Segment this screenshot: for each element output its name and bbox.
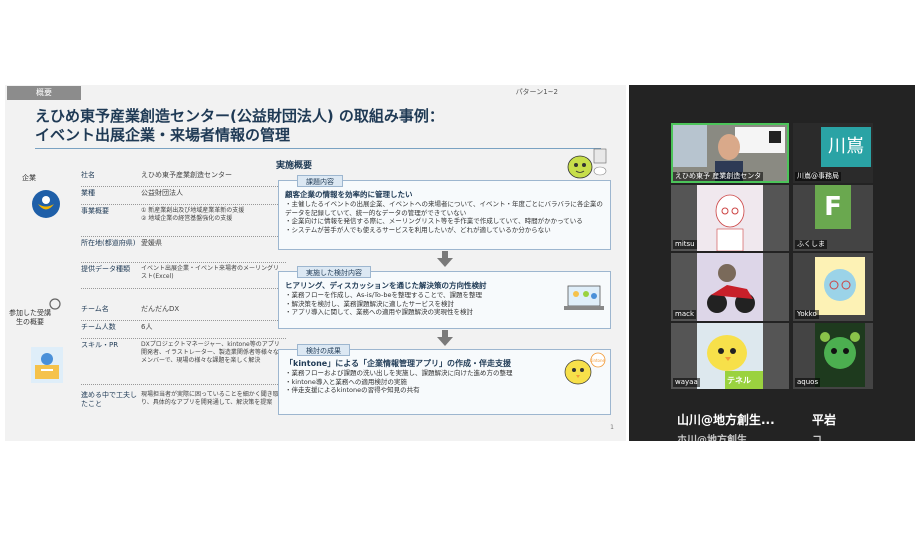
participant-grid: えひめ東予 産業創造センタ 川嶌 川嶌@事務局 mitsu F ふくしま mac… bbox=[629, 85, 915, 441]
shared-slide: 概要 パターン1~2 えひめ東予産業創造センター(公益財団法人) の取組み事例：… bbox=[5, 85, 626, 441]
box-result-bullet: ・業務フローおよび課題の洗い出しを実施し、課題解決に向けた進め方の整理 bbox=[285, 369, 513, 377]
box-result-bullet: ・kintone導入と業務への適用検討の実施 bbox=[285, 377, 407, 386]
row-business: 事業概要 ① 新産業創出及び地域産業革新の支援 ② 地域企業の経営基盤強化の支援 bbox=[81, 207, 286, 237]
participant-name: ふくしま bbox=[795, 240, 827, 249]
title-divider bbox=[35, 148, 601, 149]
row-ingenuity: 進める中で工夫したこと 現場担当者が実際に困っていることを細かく聞き取り、具体的… bbox=[81, 391, 279, 408]
avatar: F bbox=[815, 185, 851, 229]
participant-name: Yokko bbox=[795, 310, 819, 319]
participant-name-large: ホ川@地方創生 bbox=[677, 435, 747, 441]
avatar bbox=[815, 257, 865, 315]
participant-name: aquos bbox=[795, 378, 821, 387]
box-issue-title: 課題内容 bbox=[297, 175, 343, 187]
box-issue-bullet: ・主催したるイベントの出展企業、イベントへの来場者について、イベント・年度ごとに… bbox=[285, 200, 603, 217]
participant-tile[interactable]: 川嶌 川嶌@事務局 bbox=[793, 123, 873, 183]
row-data-type: 提供データ種類 イベント出展企業・イベント来場者のメーリングリスト(Excel) bbox=[81, 265, 286, 289]
box-study: 実施した検討内容 ヒアリング、ディスカッションを通じた解決策の方向性検討 ・業務… bbox=[278, 266, 611, 329]
box-issue-bullet: ・企業向けに情報を発信する際に、メーリングリスト等を手作業で作成していて、時間が… bbox=[285, 217, 583, 225]
row-team-name: チーム名 だんだんDX bbox=[81, 305, 286, 321]
box-result-lead: 「kintone」による「企業情報管理アプリ」の作成・伴走支援 bbox=[285, 359, 511, 368]
box-issue: 課題内容 顧客企業の情報を効率的に管理したい ・主催したるイベントの出展企業、イ… bbox=[278, 175, 611, 250]
participant-tile[interactable]: mack bbox=[671, 253, 789, 321]
box-result-bullet: ・伴走支援によるkintoneの習得や知見の共有 bbox=[285, 386, 420, 394]
slide-page-number: 1 bbox=[610, 424, 614, 431]
participant-name: wayaa bbox=[673, 378, 700, 387]
box-study-bullet: ・アプリ導入に関して、業務への適用や課題解決の実現性を検討 bbox=[285, 308, 473, 316]
slide-title: えひめ東予産業創造センター(公益財団法人) の取組み事例： イベント出展企業・来… bbox=[35, 107, 595, 145]
participant-name-large: 山川@地方創生... bbox=[677, 413, 775, 427]
participant-name: えひめ東予 産業創造センタ bbox=[673, 172, 764, 181]
row-location: 所在地(都道府県) 愛媛県 bbox=[81, 239, 286, 263]
slide-tag: 概要 bbox=[7, 86, 81, 100]
avatar: 川嶌 bbox=[821, 127, 871, 167]
bird-mascot-illustration: kintone bbox=[560, 350, 606, 390]
participant-name-large: 平岩 bbox=[812, 413, 837, 427]
avatar: テネル bbox=[697, 323, 763, 389]
row-skill-pr: スキル・PR DXプロジェクトマネージャー、kintone等のアプリ開発者、イラ… bbox=[81, 341, 286, 385]
avatar bbox=[697, 253, 763, 321]
participant-name: mitsu bbox=[673, 240, 697, 249]
box-result: 検討の成果 「kintone」による「企業情報管理アプリ」の作成・伴走支援 ・業… bbox=[278, 344, 611, 415]
company-label: 企業 bbox=[22, 174, 36, 182]
participant-tile[interactable]: aquos bbox=[793, 323, 873, 389]
participant-tile[interactable]: Yokko bbox=[793, 253, 873, 321]
row-industry: 業種 公益財団法人 bbox=[81, 189, 286, 205]
participant-name: 川嶌@事務局 bbox=[795, 172, 841, 181]
box-study-title: 実施した検討内容 bbox=[297, 266, 371, 278]
flow-arrow-icon bbox=[437, 258, 453, 267]
character-illustration bbox=[560, 145, 610, 181]
participant-label: 参加した受講生の概要 bbox=[9, 309, 51, 326]
refresh-icon bbox=[47, 295, 63, 310]
box-issue-lead: 顧客企業の情報を効率的に管理したい bbox=[285, 190, 413, 199]
team-illustration bbox=[31, 347, 63, 383]
box-issue-bullet: ・システムが苦手が人でも使えるサービスを利用したいが、どれが適しているか分からな… bbox=[285, 225, 551, 234]
slide-title-line1: えひめ東予産業創造センター(公益財団法人) の取組み事例： bbox=[35, 107, 444, 125]
box-result-title: 検討の成果 bbox=[297, 344, 350, 356]
avatar bbox=[815, 323, 865, 387]
company-logo-icon bbox=[31, 189, 61, 219]
avatar-caption: テネル bbox=[727, 376, 751, 385]
slide-title-line2: イベント出展企業・来場者情報の管理 bbox=[35, 126, 291, 144]
laptop-illustration bbox=[562, 278, 606, 318]
slide-pattern: パターン1~2 bbox=[515, 88, 558, 96]
participant-tile-active[interactable]: えひめ東予 産業創造センタ bbox=[671, 123, 789, 183]
overview-heading: 実施概要 bbox=[276, 161, 313, 171]
participant-tile[interactable]: mitsu bbox=[671, 185, 789, 251]
participant-name-large: コ bbox=[812, 435, 822, 441]
participant-tile[interactable]: テネル wayaa bbox=[671, 323, 789, 389]
box-study-bullet: ・解決策を検討し、業務課題解決に適したサービスを検討 bbox=[285, 299, 454, 308]
participant-name: mack bbox=[673, 310, 697, 319]
kintone-badge: kintone bbox=[590, 358, 605, 363]
flow-arrow-icon bbox=[437, 337, 453, 346]
participant-tile[interactable]: F ふくしま bbox=[793, 185, 873, 251]
box-study-bullet: ・業務フローを作成し、As-is/To-beを整理することで、課題を整理 bbox=[285, 291, 483, 299]
row-company-name: 社名 えひめ東予産業創造センター bbox=[81, 171, 286, 187]
avatar bbox=[697, 185, 763, 251]
box-study-lead: ヒアリング、ディスカッションを通じた解決策の方向性検討 bbox=[285, 281, 487, 290]
row-team-size: チーム人数 6人 bbox=[81, 323, 286, 339]
